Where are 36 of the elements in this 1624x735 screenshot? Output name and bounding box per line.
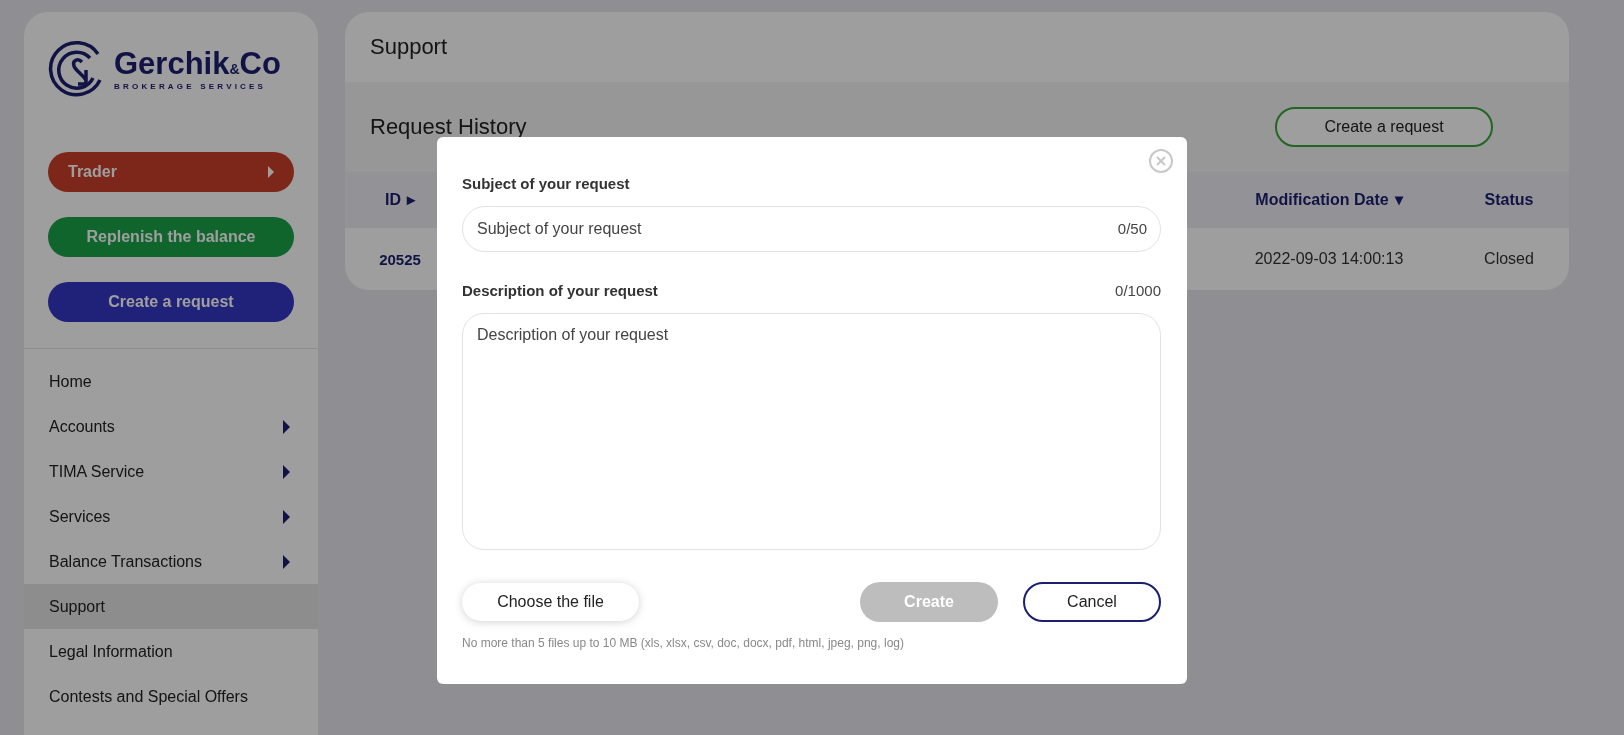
caret-icon <box>283 509 290 524</box>
caret-icon <box>283 464 290 479</box>
sidebar-item[interactable]: TIMA Service <box>24 449 318 494</box>
sidebar-item[interactable]: Services <box>24 494 318 539</box>
field-label: Description of your request <box>462 282 658 299</box>
sidebar-item[interactable]: Home <box>24 359 318 404</box>
sidebar-item[interactable]: Contests and Special Offers <box>24 674 318 719</box>
sidebar-item[interactable]: Accounts <box>24 404 318 449</box>
sort-icon[interactable]: ▾ <box>1394 192 1403 208</box>
caret-icon <box>268 166 274 178</box>
description-field[interactable]: Description of your request <box>462 313 1161 550</box>
field-label: Subject of your request <box>462 175 631 192</box>
section-title: Request History <box>370 114 527 140</box>
caret-icon <box>283 554 290 569</box>
close-icon[interactable] <box>1148 148 1174 174</box>
sidebar-action-button[interactable]: Trader <box>48 152 294 192</box>
table-cell: 2022-09-03 14:00:13 <box>1254 250 1404 268</box>
logo-tagline: BROKERAGE SERVICES <box>114 81 268 91</box>
character-counter: 0/50 <box>1117 220 1147 237</box>
table-cell: 20525 <box>379 250 421 268</box>
character-counter: 0/1000 <box>1115 282 1161 299</box>
page-title: Support <box>370 34 448 60</box>
sidebar-item[interactable]: Legal Information <box>24 629 318 674</box>
file-limit-note: No more than 5 files up to 10 MB (xls, xlsx, csv, doc, docx, pdf, html, jpeg, png, log) <box>462 636 905 650</box>
column-header[interactable]: Status <box>1484 191 1534 209</box>
column-header[interactable]: ID <box>385 191 401 209</box>
cancel-button[interactable]: Cancel <box>1023 582 1161 622</box>
sidebar-item[interactable]: Balance Transactions <box>24 539 318 584</box>
sidebar-item[interactable]: Support <box>24 584 318 629</box>
choose-file-button[interactable]: Choose the file <box>462 583 639 621</box>
create-request-button[interactable]: Create a request <box>1275 107 1493 147</box>
table-cell: Closed <box>1484 250 1534 268</box>
sidebar-action-button[interactable]: Create a request <box>48 282 294 322</box>
caret-icon <box>283 419 290 434</box>
sort-icon[interactable]: ▸ <box>407 192 415 208</box>
column-header[interactable]: Modification Date <box>1255 191 1389 209</box>
